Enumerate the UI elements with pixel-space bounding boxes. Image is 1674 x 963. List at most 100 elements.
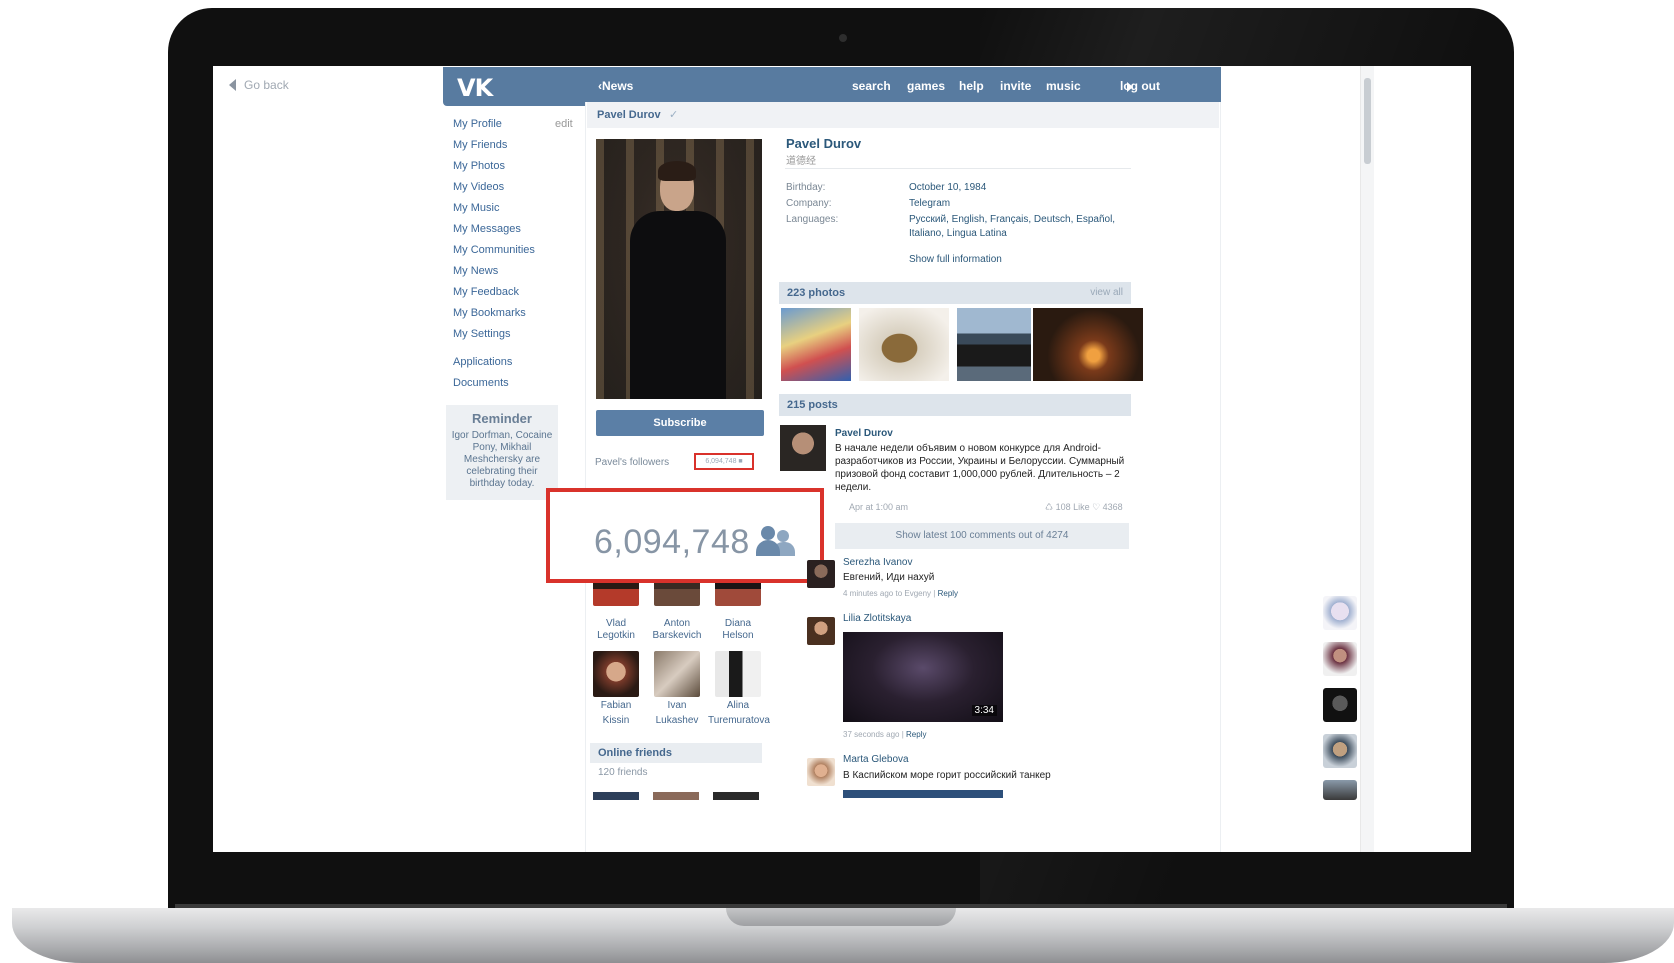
menu-my-music[interactable]: My Music	[453, 198, 583, 219]
menu-my-messages[interactable]: My Messages	[453, 219, 583, 240]
friend-item[interactable]: Vlad Legotkin	[586, 578, 646, 642]
friend-item[interactable]: Anton Barskevich	[647, 578, 707, 642]
comment-text: Евгений, Иди нахуй	[843, 572, 935, 583]
chat-contact-avatar[interactable]	[1323, 734, 1357, 768]
friend-first-name: Vlad	[605, 618, 626, 629]
page-scrollbar[interactable]	[1360, 66, 1374, 852]
followers-count-small[interactable]: 6,094,748 ■	[694, 453, 754, 470]
chat-contact-avatar[interactable]	[1323, 780, 1357, 800]
photo-thumbnail[interactable]	[957, 308, 1031, 381]
profile-header-name: Pavel Durov	[597, 109, 661, 121]
scrollbar-thumb[interactable]	[1364, 78, 1371, 164]
menu-my-news[interactable]: My News	[453, 261, 583, 282]
friend-item[interactable]: Alina Turemuratova	[708, 651, 770, 727]
menu-my-photos[interactable]: My Photos	[453, 156, 583, 177]
menu-my-friends[interactable]: My Friends	[453, 135, 583, 156]
friend-first-name: Diana	[724, 618, 752, 629]
reminder-text[interactable]: Igor Dorfman, Cocaine Pony, Mikhail Mesh…	[446, 430, 558, 490]
menu-my-communities[interactable]: My Communities	[453, 240, 583, 261]
nav-invite[interactable]: invite	[1000, 79, 1031, 93]
left-menu: My Profile My Friends My Photos My Video…	[453, 114, 583, 422]
divider	[785, 168, 1131, 169]
friend-last-name: Turemuratova	[708, 715, 770, 726]
comment-author[interactable]: Marta Glebova	[843, 754, 909, 765]
friend-last-name: Legotkin	[597, 630, 635, 641]
comment-text: В Каспийском море горит российский танке…	[843, 770, 1051, 781]
post-author-avatar[interactable]	[780, 425, 826, 471]
comment-avatar[interactable]	[807, 617, 835, 645]
photo-thumbnail[interactable]	[859, 308, 949, 381]
friend-item[interactable]: Fabian Kissin	[586, 651, 646, 727]
company-value[interactable]: Telegram	[909, 198, 950, 209]
friend-item[interactable]: Ivan Lukashev	[647, 651, 707, 727]
nav-music[interactable]: music	[1046, 79, 1081, 93]
photos-section-bar[interactable]: 223 photos view all	[779, 282, 1131, 304]
menu-my-settings[interactable]: My Settings	[453, 324, 583, 345]
nav-logout[interactable]: log out	[1120, 79, 1160, 93]
photo-person-body	[630, 211, 726, 399]
birthday-reminder: Reminder Igor Dorfman, Cocaine Pony, Mik…	[446, 405, 558, 500]
attachment-preview[interactable]	[843, 790, 1003, 798]
menu-my-videos[interactable]: My Videos	[453, 177, 583, 198]
chat-contact-avatar[interactable]	[1323, 642, 1357, 676]
friend-first-name: Ivan	[667, 700, 687, 711]
vk-logo-icon[interactable]: VK	[457, 74, 493, 102]
languages-value-1[interactable]: Русский, English, Français, Deutsch, Esp…	[909, 214, 1115, 225]
chat-contact-avatar[interactable]	[1323, 688, 1357, 722]
comment-author[interactable]: Serezha Ivanov	[843, 557, 913, 568]
go-back-link[interactable]: Go back	[229, 78, 289, 92]
friend-last-name: Kissin	[602, 715, 630, 726]
edit-profile-link[interactable]: edit	[555, 114, 573, 135]
followers-label[interactable]: Pavel's followers	[595, 457, 669, 468]
followers-count-small-value: 6,094,748	[705, 458, 737, 465]
birthday-value[interactable]: October 10, 1984	[909, 182, 986, 193]
comment-avatar[interactable]	[807, 560, 835, 588]
friend-first-name: Alina	[726, 700, 750, 711]
online-friend-photo[interactable]	[653, 792, 699, 800]
company-label: Company:	[786, 198, 832, 209]
post-text: В начале недели объявим о новом конкурсе…	[835, 443, 1125, 493]
post-like-share-counts[interactable]: ♺ 108 Like ♡ 4368	[1045, 502, 1123, 513]
post-author-name[interactable]: Pavel Durov	[835, 428, 893, 439]
friend-item[interactable]: Diana Helson	[708, 578, 768, 642]
comment-author[interactable]: Lilia Zlotitskaya	[843, 613, 911, 624]
online-friends-title: Online friends	[598, 747, 672, 759]
languages-label: Languages:	[786, 214, 839, 225]
video-attachment[interactable]: 3:34	[843, 632, 1003, 722]
go-back-label: Go back	[244, 78, 289, 92]
nav-games[interactable]: games	[907, 79, 945, 93]
online-friend-photo[interactable]	[713, 792, 759, 800]
menu-my-feedback[interactable]: My Feedback	[453, 282, 583, 303]
posts-section-bar[interactable]: 215 posts	[779, 394, 1131, 416]
comment-time[interactable]: 37 seconds ago	[843, 730, 900, 739]
menu-my-bookmarks[interactable]: My Bookmarks	[453, 303, 583, 324]
followers-zoom-callout: 6,094,748	[546, 488, 824, 583]
chat-contact-avatar[interactable]	[1323, 596, 1357, 630]
post-date[interactable]: Apr at 1:00 am	[849, 502, 908, 512]
nav-search[interactable]: search	[852, 79, 891, 93]
followers-icon	[756, 526, 796, 556]
online-friends-bar[interactable]: Online friends	[590, 743, 762, 763]
menu-applications[interactable]: Applications	[453, 352, 583, 373]
nav-help[interactable]: help	[959, 79, 984, 93]
photos-view-all[interactable]: view all	[1090, 287, 1123, 298]
comment-avatar[interactable]	[807, 758, 835, 786]
show-comments-button[interactable]: Show latest 100 comments out of 4274	[835, 523, 1129, 549]
reply-link[interactable]: Reply	[938, 589, 958, 598]
profile-photo[interactable]	[596, 139, 762, 399]
back-arrow-icon	[229, 79, 236, 91]
friend-photo	[654, 651, 700, 697]
comment-time[interactable]: 4 minutes ago to Evgeny	[843, 589, 931, 598]
show-full-info-link[interactable]: Show full information	[909, 254, 1002, 265]
reply-link[interactable]: Reply	[906, 730, 926, 739]
webcam	[839, 34, 847, 42]
online-friends-count: 120 friends	[598, 767, 648, 778]
subscribe-button[interactable]: Subscribe	[596, 410, 764, 436]
friend-last-name: Barskevich	[652, 630, 702, 641]
online-friend-photo[interactable]	[593, 792, 639, 800]
news-link[interactable]: News	[598, 79, 633, 93]
menu-documents[interactable]: Documents	[453, 373, 583, 394]
photo-thumbnail[interactable]	[781, 308, 851, 381]
photo-thumbnail[interactable]	[1033, 308, 1143, 381]
languages-value-2[interactable]: Italiano, Lingua Latina	[909, 228, 1007, 239]
